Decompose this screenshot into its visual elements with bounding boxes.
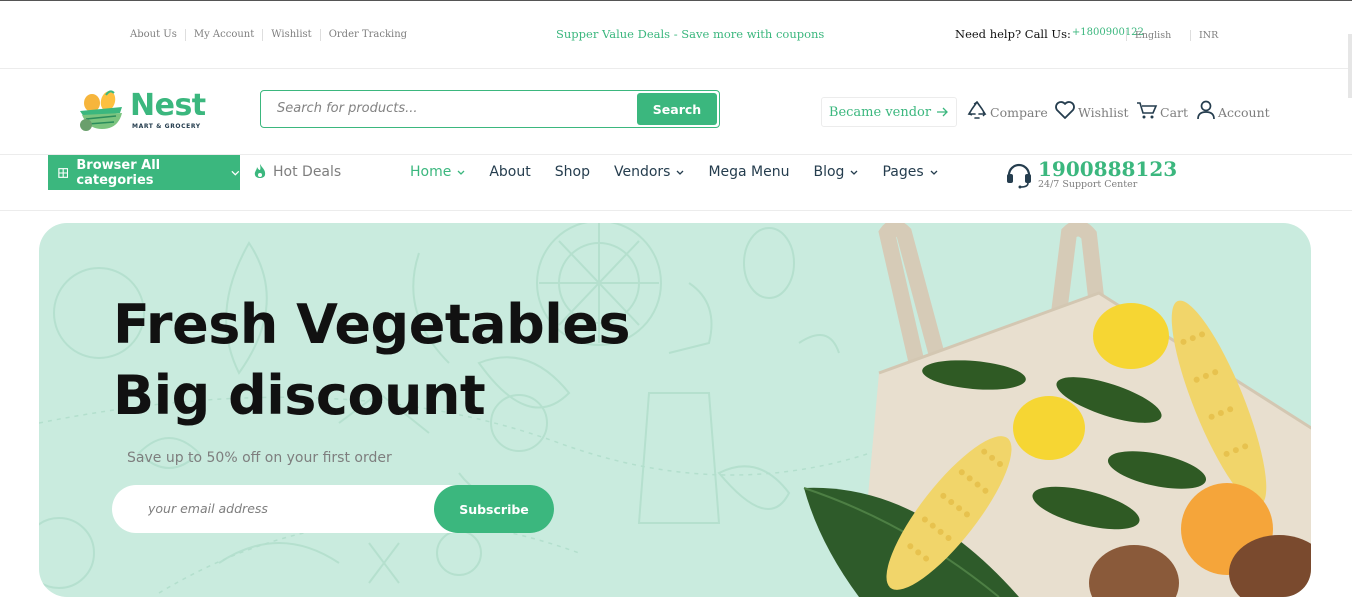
nav-item-blog[interactable]: Blog — [814, 164, 859, 180]
arrow-right-icon — [937, 107, 949, 117]
compare-label: Compare — [990, 105, 1048, 120]
compare-link[interactable]: Compare — [966, 100, 1048, 120]
about-us-link[interactable]: About Us — [122, 29, 186, 41]
email-input[interactable] — [148, 501, 398, 516]
subscribe-button[interactable]: Subscribe — [434, 485, 554, 533]
nav-item-home[interactable]: Home — [410, 164, 465, 180]
currency-select[interactable]: INR — [1190, 30, 1218, 41]
nav-item-pages[interactable]: Pages — [882, 164, 938, 180]
grid-icon — [58, 167, 69, 178]
promo-text: Supper Value Deals - Save more with coup… — [556, 27, 825, 41]
account-label: Account — [1218, 105, 1270, 120]
search-input[interactable] — [277, 101, 617, 116]
logo[interactable]: Nest MART & GROCERY — [76, 89, 216, 134]
search-button[interactable]: Search — [637, 93, 717, 125]
wishlist-link[interactable]: Wishlist — [263, 29, 321, 41]
nav-item-label: Mega Menu — [708, 164, 790, 180]
nav-item-shop[interactable]: Shop — [555, 164, 590, 180]
hot-deals-link[interactable]: Hot Deals — [253, 164, 341, 180]
my-account-link[interactable]: My Account — [186, 29, 264, 41]
became-vendor-label: Became vendor — [828, 104, 932, 120]
hero-subtitle: Save up to 50% off on your first order — [127, 450, 392, 466]
language-select[interactable]: English — [1126, 30, 1171, 41]
compare-icon — [967, 101, 987, 119]
became-vendor-button[interactable]: Became vendor — [821, 97, 957, 127]
chevron-down-icon — [457, 170, 465, 175]
chevron-down-icon — [676, 170, 684, 175]
header: Nest MART & GROCERY Search Became vendor… — [0, 69, 1352, 155]
nav-menu: Home About Shop Vendors Mega Menu Blog P… — [410, 164, 962, 180]
browse-categories-button[interactable]: Browser All categories — [48, 155, 240, 190]
newsletter-form: Subscribe — [112, 485, 554, 533]
support-label: 24/7 Support Center — [1038, 179, 1138, 190]
order-tracking-link[interactable]: Order Tracking — [321, 29, 415, 41]
top-links: About Us My Account Wishlist Order Track… — [122, 29, 415, 41]
cart-icon — [1137, 102, 1158, 119]
wishlist-link[interactable]: Wishlist — [1054, 100, 1129, 120]
nav-item-label: Vendors — [613, 164, 671, 180]
nav-item-label: Blog — [813, 164, 845, 180]
vegetables-bag-image — [803, 223, 1311, 597]
user-icon — [1197, 100, 1215, 120]
chevron-down-icon — [231, 170, 240, 176]
logo-tagline: MART & GROCERY — [132, 123, 201, 130]
hero-title-line-1: Fresh Vegetables — [113, 293, 631, 356]
cart-link[interactable]: Cart — [1136, 100, 1188, 120]
chevron-down-icon — [850, 170, 858, 175]
nav-item-label: Home — [410, 164, 452, 180]
wishlist-label: Wishlist — [1078, 105, 1129, 120]
cart-label: Cart — [1160, 105, 1189, 120]
hero-title: Fresh Vegetables Big discount — [113, 289, 631, 431]
logo-name: Nest — [130, 88, 206, 123]
nav-item-mega-menu[interactable]: Mega Menu — [708, 164, 789, 180]
headset-icon — [1007, 163, 1031, 189]
heart-icon — [1055, 101, 1075, 119]
nav-item-label: Shop — [554, 164, 590, 180]
help-contact: Need help? Call Us: +1800900122 — [955, 27, 1144, 41]
help-label: Need help? Call Us: — [955, 27, 1071, 41]
nav-item-label: About — [489, 164, 531, 180]
support-number: 1900888123 — [1038, 157, 1178, 181]
logo-basket-icon — [80, 90, 122, 131]
nav-item-vendors[interactable]: Vendors — [614, 164, 684, 180]
search-bar: Search — [260, 90, 720, 128]
nav-item-label: Pages — [882, 164, 924, 180]
hot-deals-label: Hot Deals — [273, 164, 342, 180]
top-bar: About Us My Account Wishlist Order Track… — [0, 0, 1352, 69]
support-text: 1900888123 24/7 Support Center — [1038, 158, 1177, 190]
hero-banner: Fresh Vegetables Big discount Save up to… — [39, 223, 1311, 597]
nav-item-about[interactable]: About — [489, 164, 530, 180]
chevron-down-icon — [930, 170, 938, 175]
main-nav: Browser All categories Hot Deals Home Ab… — [0, 155, 1352, 211]
hero-title-line-2: Big discount — [113, 364, 486, 427]
support-center[interactable]: 1900888123 24/7 Support Center — [1004, 158, 1177, 190]
browse-categories-label: Browser All categories — [76, 157, 161, 188]
flame-icon — [254, 164, 266, 178]
account-link[interactable]: Account — [1196, 100, 1270, 120]
